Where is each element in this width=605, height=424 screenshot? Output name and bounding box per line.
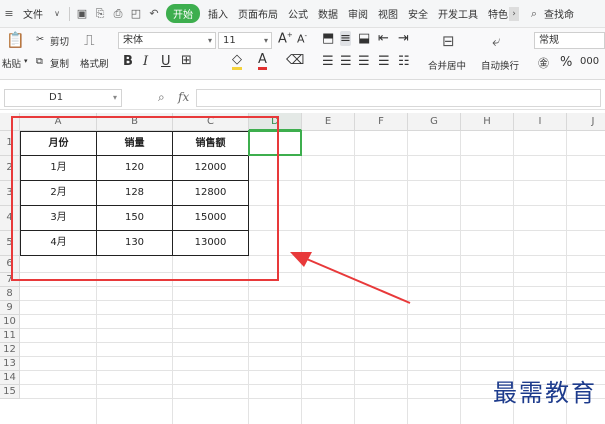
font-size-value: 11 — [223, 35, 236, 46]
currency-icon[interactable]: ㊎ — [538, 55, 549, 71]
align-middle-icon[interactable]: ≡ — [340, 31, 351, 46]
paste-icon[interactable]: 📋 — [6, 31, 25, 49]
number-format-value: 常规 — [539, 35, 559, 46]
row-header-9[interactable]: 9 — [0, 301, 20, 315]
underline-icon[interactable]: U — [161, 54, 171, 69]
thousands-icon[interactable]: 000 — [580, 56, 599, 67]
font-name-value: 宋体 — [123, 35, 143, 46]
copy-icon[interactable]: ⧉ — [36, 56, 43, 67]
column-header-f[interactable]: F — [355, 113, 408, 131]
font-color-icon[interactable]: A — [258, 53, 267, 70]
tab-start[interactable]: 开始 — [166, 4, 200, 23]
format-painter-icon[interactable]: ⎍ — [84, 31, 95, 49]
tab-insert[interactable]: 插入 — [203, 6, 233, 21]
more-tabs-icon[interactable]: › — [509, 6, 519, 21]
arrow-annotation — [290, 252, 411, 304]
export-icon[interactable]: ⎘ — [93, 7, 107, 21]
search-icon[interactable]: ⌕ — [527, 7, 541, 21]
chevron-down-icon: ▾ — [112, 93, 117, 102]
percent-icon[interactable]: % — [560, 55, 572, 70]
row-header-11[interactable]: 11 — [0, 329, 20, 343]
tab-review[interactable]: 审阅 — [343, 6, 373, 21]
number-format-select[interactable]: 常规 — [534, 32, 605, 49]
highlight-box — [11, 116, 279, 281]
row-header-15[interactable]: 15 — [0, 385, 20, 399]
borders-icon[interactable]: ⊞ — [181, 53, 192, 68]
align-left-icon[interactable]: ☰ — [322, 54, 334, 69]
row-header-12[interactable]: 12 — [0, 343, 20, 357]
grid-line — [20, 328, 605, 329]
fill-color-icon[interactable]: ◇ — [232, 53, 242, 70]
align-bottom-icon[interactable]: ⬓ — [358, 31, 370, 46]
merge-center-button[interactable]: 合并居中 — [428, 58, 466, 72]
hamburger-menu-icon[interactable]: ≡ — [2, 7, 16, 21]
tab-page-layout[interactable]: 页面布局 — [233, 6, 283, 21]
formula-bar: D1 ▾ ⌕ fx — [0, 86, 605, 110]
decrease-font-icon[interactable]: A- — [297, 32, 307, 46]
justify-icon[interactable]: ☰ — [378, 54, 390, 69]
chevron-down-icon: ▾ — [263, 36, 268, 45]
wrap-text-icon[interactable]: ⤶ — [492, 32, 500, 50]
formula-input[interactable] — [196, 89, 601, 107]
zoom-search-icon[interactable]: ⌕ — [158, 90, 165, 105]
chevron-down-icon: ▾ — [207, 36, 212, 45]
watermark: 最需教育 — [493, 379, 597, 407]
merge-center-icon[interactable]: ⊟ — [442, 32, 455, 50]
divider — [69, 6, 70, 21]
menu-bar: ≡ 文件 ∨ ▣ ⎘ ⎙ ◰ ↶ 开始 插入 页面布局 公式 数据 审阅 视图 … — [0, 0, 605, 28]
tab-features[interactable]: 特色 — [483, 6, 509, 21]
column-header-i[interactable]: I — [514, 113, 567, 131]
wrap-text-button[interactable]: 自动换行 — [481, 58, 519, 72]
clear-format-icon[interactable]: ⌫ — [286, 53, 304, 68]
search-command[interactable]: 查找命 — [543, 6, 579, 21]
row-header-8[interactable]: 8 — [0, 287, 20, 301]
print-preview-icon[interactable]: ◰ — [129, 7, 143, 21]
decrease-indent-icon[interactable]: ⇤ — [378, 31, 389, 46]
distributed-icon[interactable]: ☷ — [398, 54, 410, 69]
row-header-10[interactable]: 10 — [0, 315, 20, 329]
file-menu[interactable]: 文件 — [18, 6, 48, 21]
tab-data[interactable]: 数据 — [313, 6, 343, 21]
cell-reference: D1 — [49, 92, 64, 103]
column-header-h[interactable]: H — [461, 113, 514, 131]
grid-line — [20, 356, 605, 357]
increase-font-icon[interactable]: A+ — [278, 31, 293, 46]
cut-button[interactable]: 剪切 — [50, 34, 69, 48]
print-icon[interactable]: ⎙ — [111, 7, 125, 21]
grid-line — [20, 314, 605, 315]
align-right-icon[interactable]: ☰ — [358, 54, 370, 69]
grid-line — [20, 370, 605, 371]
grid-line — [20, 342, 605, 343]
save-icon[interactable]: ▣ — [75, 7, 89, 21]
function-icon[interactable]: fx — [178, 90, 189, 104]
tab-security[interactable]: 安全 — [403, 6, 433, 21]
row-header-13[interactable]: 13 — [0, 357, 20, 371]
align-center-icon[interactable]: ☰ — [340, 54, 352, 69]
copy-button[interactable]: 复制 — [50, 56, 69, 70]
italic-icon[interactable]: I — [143, 54, 148, 69]
tab-developer[interactable]: 开发工具 — [433, 6, 483, 21]
grid-line — [460, 131, 461, 424]
name-box[interactable]: D1 ▾ — [4, 89, 122, 107]
column-header-e[interactable]: E — [302, 113, 355, 131]
tab-formulas[interactable]: 公式 — [283, 6, 313, 21]
paste-dropdown-icon[interactable]: ▾ — [24, 57, 28, 65]
paste-button[interactable]: 粘贴 — [2, 56, 21, 70]
cut-icon[interactable]: ✂ — [36, 34, 44, 45]
row-header-14[interactable]: 14 — [0, 371, 20, 385]
ribbon-toolbar: 📋 粘贴 ▾ ✂ 剪切 ⧉ 复制 ⎍ 格式刷 宋体 ▾ 11 ▾ A+ A- B… — [0, 28, 605, 80]
chevron-down-icon[interactable]: ∨ — [50, 7, 64, 21]
font-size-select[interactable]: 11 ▾ — [218, 32, 272, 49]
column-header-j[interactable]: J — [567, 113, 605, 131]
increase-indent-icon[interactable]: ⇥ — [398, 31, 409, 46]
font-name-select[interactable]: 宋体 ▾ — [118, 32, 216, 49]
align-top-icon[interactable]: ⬒ — [322, 31, 334, 46]
tab-view[interactable]: 视图 — [373, 6, 403, 21]
format-painter-button[interactable]: 格式刷 — [80, 56, 109, 70]
bold-icon[interactable]: B — [123, 54, 133, 69]
undo-icon[interactable]: ↶ — [147, 7, 161, 21]
column-header-g[interactable]: G — [408, 113, 461, 131]
